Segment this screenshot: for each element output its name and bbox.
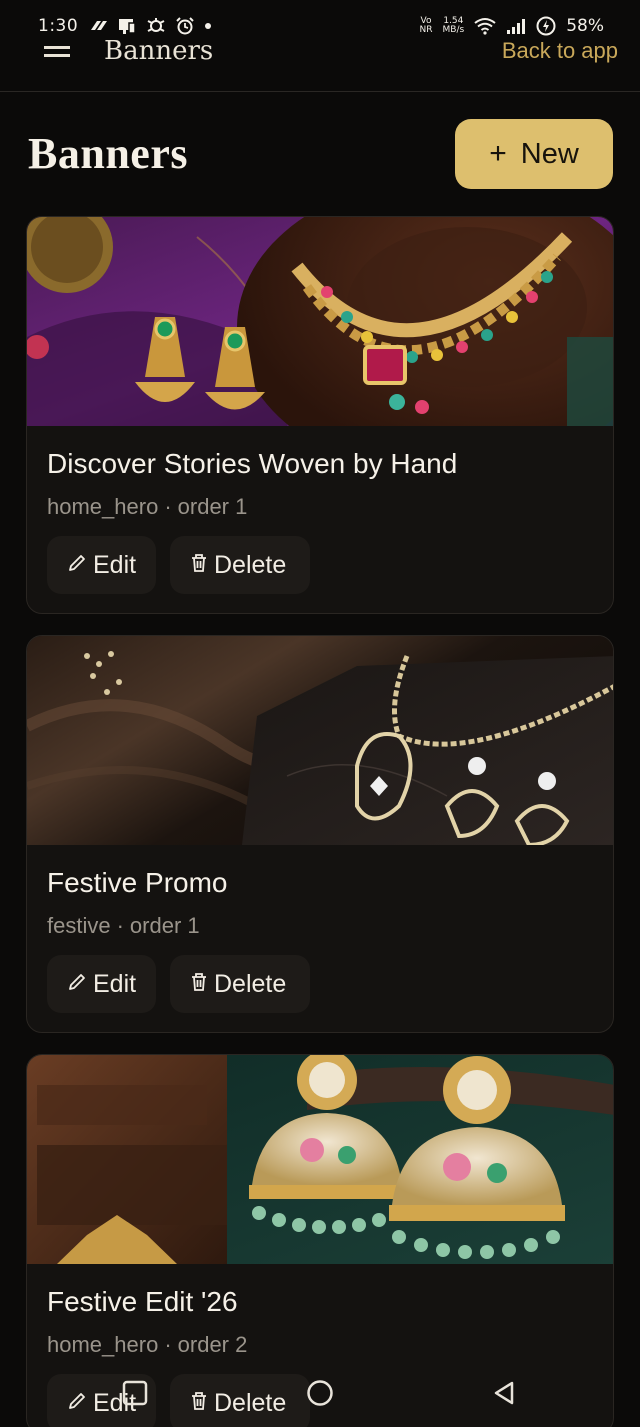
network-speed: 1.54 MB/s [443, 17, 465, 35]
banner-image-jhumka-earrings [27, 1055, 613, 1264]
edit-label: Edit [93, 550, 137, 579]
banner-card-body: Festive Promo festive · order 1 Edit Del… [27, 845, 613, 1013]
trash-icon [190, 551, 208, 580]
meta-separator: · [164, 1332, 172, 1357]
trash-icon [190, 970, 208, 999]
banner-title: Festive Edit '26 [47, 1286, 238, 1317]
banner-order: order 1 [129, 913, 200, 938]
new-banner-button[interactable]: + New [455, 119, 613, 189]
edit-button[interactable]: Edit [47, 536, 156, 594]
banner-placement: home_hero [47, 494, 159, 519]
banner-actions: Edit Delete [47, 536, 593, 594]
pencil-icon [67, 551, 87, 580]
plus-icon: + [489, 137, 507, 170]
recents-square-icon[interactable] [122, 1380, 148, 1411]
banner-card: Festive Promo festive · order 1 Edit Del… [26, 635, 614, 1033]
new-button-label: New [520, 137, 579, 170]
battery-charging-icon [536, 16, 556, 36]
network-type-label: Vo NR [420, 17, 433, 35]
page-title: Banners [28, 129, 188, 178]
edit-button[interactable]: Edit [47, 955, 156, 1013]
banner-order: order 1 [177, 494, 248, 519]
network-type-bottom: NR [419, 25, 433, 35]
banner-meta: home_hero · order 2 [47, 1332, 593, 1358]
status-left: 1:30 [38, 16, 212, 36]
home-circle-icon[interactable] [306, 1379, 334, 1412]
link-app-icon [88, 18, 108, 34]
signal-strength-icon [506, 18, 526, 34]
app-notification-icon [118, 17, 136, 35]
banner-title: Discover Stories Woven by Hand [47, 448, 458, 479]
delete-button[interactable]: Delete [170, 536, 310, 594]
meta-separator: · [164, 494, 172, 519]
status-time: 1:30 [38, 16, 79, 36]
wifi-icon [474, 17, 496, 35]
banner-actions: Edit Delete [47, 955, 593, 1013]
meta-separator: · [116, 913, 124, 938]
banner-order: order 2 [177, 1332, 248, 1357]
notification-dot-icon [204, 22, 212, 30]
network-speed-unit: MB/s [442, 25, 465, 35]
banner-title: Festive Promo [47, 867, 228, 898]
banner-placement: home_hero [47, 1332, 159, 1357]
status-bar: 1:30 Vo NR 1.54 MB/s 58% [0, 0, 640, 52]
alarm-clock-icon [176, 17, 194, 35]
banner-card-body: Discover Stories Woven by Hand home_hero… [27, 426, 613, 594]
banner-placement: festive [47, 913, 111, 938]
banner-card: Discover Stories Woven by Hand home_hero… [26, 216, 614, 614]
status-right: Vo NR 1.54 MB/s 58% [420, 16, 604, 36]
delete-label: Delete [214, 969, 287, 998]
delete-label: Delete [214, 550, 287, 579]
pencil-icon [67, 970, 87, 999]
bug-app-icon [146, 17, 166, 35]
banner-meta: festive · order 1 [47, 913, 593, 939]
back-triangle-icon[interactable] [491, 1380, 517, 1411]
banner-meta: home_hero · order 1 [47, 494, 593, 520]
banner-image-necklace-set [27, 217, 613, 426]
battery-percentage: 58% [566, 16, 604, 36]
system-nav-bar [0, 1360, 640, 1427]
edit-label: Edit [93, 969, 137, 998]
delete-button[interactable]: Delete [170, 955, 310, 1013]
banner-image-diamond-necklace [27, 636, 613, 845]
